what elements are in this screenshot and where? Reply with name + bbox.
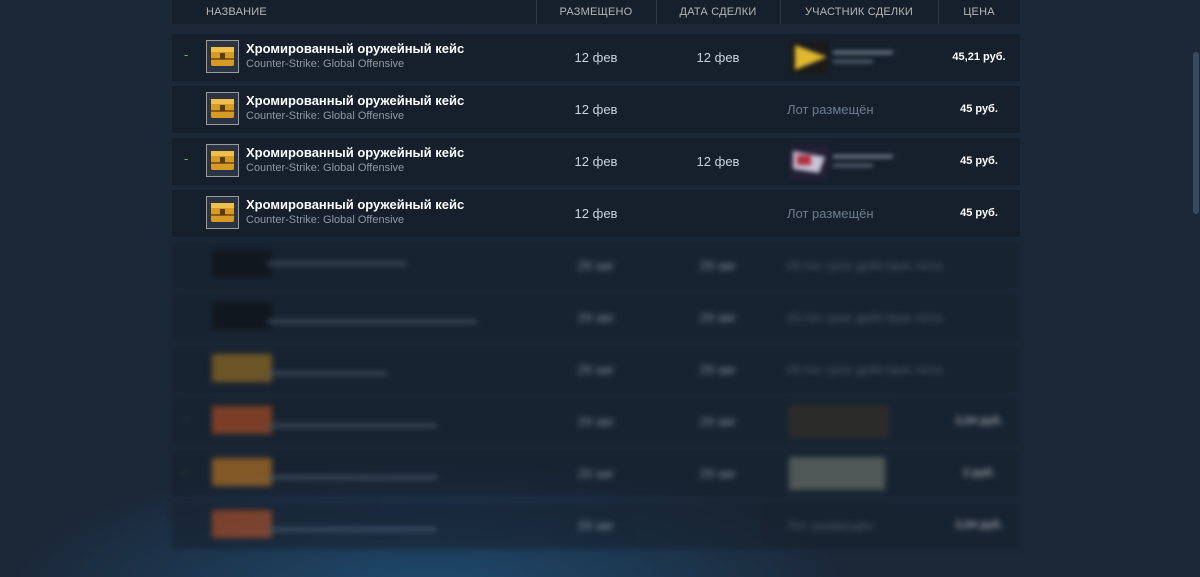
weapon-case-icon[interactable] <box>206 144 239 177</box>
acted-date: 29 авг <box>699 414 737 429</box>
weapon-case-icon[interactable] <box>206 92 239 125</box>
listed-date: 29 авг <box>577 414 615 429</box>
item-image <box>212 302 272 330</box>
item-image <box>212 458 272 486</box>
acted-date: 12 фев <box>696 50 740 65</box>
price: 45 руб. <box>960 103 998 115</box>
listing-status: Лот размещён <box>787 518 874 533</box>
weapon-case-icon[interactable] <box>206 40 239 73</box>
listing-status: Истек срок действия лота <box>787 310 943 325</box>
table-row[interactable]: 29 авг 29 авг Истек срок действия лота <box>172 346 1020 393</box>
gain-indicator: - <box>184 411 189 426</box>
item-name-redacted <box>267 476 437 479</box>
weapon-case-icon[interactable] <box>206 196 239 229</box>
table-row[interactable]: 29 авг 29 авг Истек срок действия лота <box>172 294 1020 341</box>
user-avatar-icon[interactable] <box>789 457 885 490</box>
listed-date: 29 авг <box>577 466 615 481</box>
acted-date: 29 авг <box>699 466 737 481</box>
listing-status: Истек срок действия лота <box>787 362 943 377</box>
acted-date: 12 фев <box>696 154 740 169</box>
item-image <box>212 354 272 382</box>
table-row[interactable]: - 29 авг 29 авг 2,04 руб. <box>172 398 1020 445</box>
listed-date: 12 фев <box>574 154 618 169</box>
listed-date: 29 авг <box>577 310 615 325</box>
scrollbar[interactable] <box>1193 52 1199 214</box>
item-image <box>212 510 272 538</box>
table-row[interactable]: - 29 авг 29 авг 2 руб. <box>172 450 1020 497</box>
game-name: Counter-Strike: Global Offensive <box>246 58 405 70</box>
table-row[interactable]: 29 авг 29 авг Истек срок действия лота <box>172 242 1020 289</box>
price: 45,21 руб. <box>952 51 1006 63</box>
column-header-actor: УЧАСТНИК СДЕЛКИ <box>804 6 914 18</box>
column-header-name: НАЗВАНИЕ <box>206 6 267 18</box>
user-avatar-icon[interactable] <box>789 145 901 178</box>
listed-date: 12 фев <box>574 50 618 65</box>
acted-date: 29 авг <box>699 310 737 325</box>
gain-indicator: - <box>184 463 189 478</box>
item-name-redacted <box>267 528 437 531</box>
column-header-price: ЦЕНА <box>963 6 995 18</box>
table-row[interactable]: - Хромированный оружейный кейс Counter-S… <box>172 138 1020 185</box>
item-name[interactable]: Хромированный оружейный кейс <box>246 145 464 160</box>
listed-date: 29 авг <box>577 362 615 377</box>
price: 45 руб. <box>960 207 998 219</box>
listed-date: 12 фев <box>574 206 618 221</box>
user-avatar-icon[interactable] <box>789 41 901 74</box>
table-row[interactable]: 29 авг Лот размещён 2,04 руб. <box>172 502 1020 549</box>
item-image <box>212 406 272 434</box>
gain-indicator: - <box>184 47 189 62</box>
item-name-redacted <box>267 372 387 375</box>
item-image <box>212 250 272 278</box>
item-name-redacted <box>267 262 407 265</box>
game-name: Counter-Strike: Global Offensive <box>246 162 405 174</box>
table-row[interactable]: - Хромированный оружейный кейс Counter-S… <box>172 34 1020 81</box>
table-row[interactable]: Хромированный оружейный кейс Counter-Str… <box>172 86 1020 133</box>
user-avatar-icon[interactable] <box>789 405 889 438</box>
listing-status: Лот размещён <box>787 102 874 117</box>
listed-date: 29 авг <box>577 518 615 533</box>
acted-date: 29 авг <box>699 258 737 273</box>
price: 2 руб. <box>963 467 995 479</box>
table-header: НАЗВАНИЕ РАЗМЕЩЕНО ДАТА СДЕЛКИ УЧАСТНИК … <box>172 0 1020 24</box>
listing-status: Лот размещён <box>787 206 874 221</box>
item-name[interactable]: Хромированный оружейный кейс <box>246 93 464 108</box>
item-name[interactable]: Хромированный оружейный кейс <box>246 41 464 56</box>
price: 45 руб. <box>960 155 998 167</box>
game-name: Counter-Strike: Global Offensive <box>246 110 405 122</box>
price: 2,04 руб. <box>955 415 1003 427</box>
listed-date: 29 авг <box>577 258 615 273</box>
column-header-acted: ДАТА СДЕЛКИ <box>679 6 757 18</box>
item-name-redacted <box>267 320 477 323</box>
listed-date: 12 фев <box>574 102 618 117</box>
gain-indicator: - <box>184 151 189 166</box>
item-name-redacted <box>267 424 437 427</box>
item-name[interactable]: Хромированный оружейный кейс <box>246 197 464 212</box>
table-row[interactable]: Хромированный оружейный кейс Counter-Str… <box>172 190 1020 237</box>
price: 2,04 руб. <box>955 519 1003 531</box>
listing-status: Истек срок действия лота <box>787 258 943 273</box>
game-name: Counter-Strike: Global Offensive <box>246 214 405 226</box>
column-header-listed: РАЗМЕЩЕНО <box>559 6 633 18</box>
acted-date: 29 авг <box>699 362 737 377</box>
